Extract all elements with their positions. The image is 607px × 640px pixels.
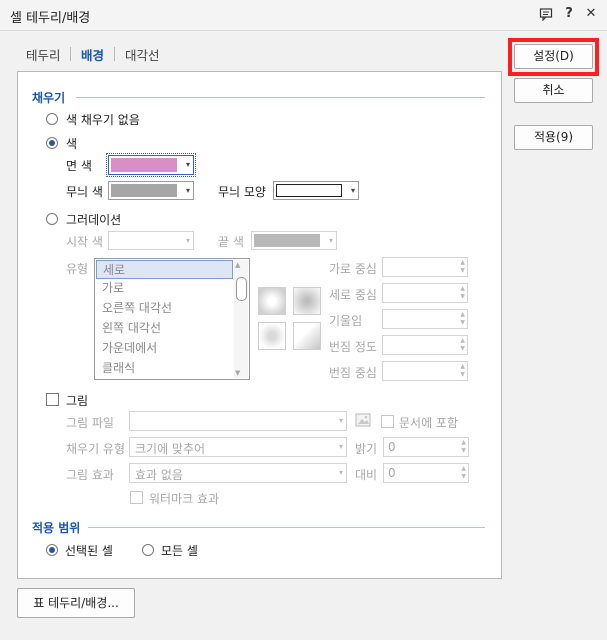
include-in-doc-checkbox[interactable]: [381, 415, 394, 428]
list-item[interactable]: 세로: [96, 260, 233, 279]
gradient-preview-tile[interactable]: [293, 287, 321, 315]
gradient-preview-tile[interactable]: [258, 287, 286, 315]
brightness-label: 밝기: [355, 442, 378, 456]
chevron-down-icon: ▾: [338, 442, 343, 451]
scope-section-title: 적용 범위: [32, 521, 81, 535]
chevron-down-icon: ▾: [185, 160, 190, 169]
table-border-button[interactable]: 표 테두리/배경...: [17, 588, 135, 618]
watermark-checkbox[interactable]: [130, 491, 143, 504]
picture-checkbox[interactable]: [46, 393, 59, 406]
contrast-label: 대비: [355, 468, 378, 482]
comment-icon[interactable]: [538, 6, 554, 22]
tilt-label: 기울임: [329, 314, 363, 328]
contrast-value: 0: [388, 466, 396, 480]
pattern-shape-swatch: [276, 184, 342, 197]
brightness-spinner[interactable]: 0 ▲ ▼: [383, 437, 469, 457]
face-color-combo[interactable]: ▾: [106, 153, 196, 177]
face-color-swatch: [111, 158, 177, 172]
start-color-combo[interactable]: ▾: [108, 231, 194, 250]
include-in-doc-label: 문서에 포함: [399, 416, 459, 430]
gradient-preview-tile[interactable]: [293, 322, 321, 350]
tab-separator: [114, 47, 115, 61]
watermark-label: 워터마크 효과: [149, 492, 220, 506]
end-color-swatch: [254, 234, 320, 247]
cancel-button[interactable]: 취소: [514, 78, 593, 103]
blur-center-label: 번짐 중심: [329, 366, 377, 380]
chevron-down-icon: ▾: [185, 236, 190, 245]
chevron-down-icon: ▾: [350, 186, 355, 195]
picture-file-combo[interactable]: ▾: [129, 411, 347, 431]
color-fill-radio[interactable]: [46, 137, 58, 149]
picture-effect-value: 효과 없음: [135, 468, 183, 482]
gradient-preview-tile[interactable]: [258, 322, 286, 350]
selected-cells-radio[interactable]: [46, 544, 58, 556]
gradient-type-list[interactable]: 세로 가로 오른쪽 대각선 왼쪽 대각선 가운데에서 클래식 ▲ ▼: [94, 258, 250, 380]
picture-file-label: 그림 파일: [66, 416, 114, 430]
face-color-label: 면 색: [66, 159, 92, 173]
pattern-color-swatch: [111, 184, 177, 197]
list-item[interactable]: 클래식: [96, 359, 233, 378]
brightness-value: 0: [388, 440, 396, 454]
ok-button[interactable]: 설정(D): [514, 44, 593, 69]
color-fill-label: 색: [66, 137, 78, 151]
scroll-up-icon[interactable]: ▲: [235, 261, 240, 269]
picture-browse-icon[interactable]: [355, 412, 371, 428]
chevron-down-icon: ▾: [328, 236, 333, 245]
fill-type-label: 채우기 유형: [66, 442, 126, 456]
no-fill-label: 색 채우기 없음: [66, 113, 140, 127]
tab-diagonal[interactable]: 대각선: [125, 45, 160, 64]
list-item[interactable]: 왼쪽 대각선: [96, 319, 233, 338]
gradient-label: 그러데이션: [66, 213, 122, 227]
scroll-down-icon[interactable]: ▼: [235, 369, 240, 377]
h-center-spinner[interactable]: ▲ ▼: [382, 257, 468, 277]
list-scrollbar[interactable]: ▲ ▼: [234, 260, 248, 378]
end-color-combo[interactable]: ▾: [251, 231, 337, 250]
blur-center-spinner[interactable]: ▲ ▼: [382, 361, 468, 381]
section-divider: [88, 527, 485, 528]
tab-separator: [70, 47, 71, 61]
list-item[interactable]: 가운데에서: [96, 339, 233, 358]
all-cells-radio[interactable]: [142, 544, 154, 556]
h-center-label: 가로 중심: [329, 262, 377, 276]
chevron-down-icon: ▾: [185, 186, 190, 195]
no-fill-radio[interactable]: [46, 113, 58, 125]
close-icon[interactable]: ✕: [583, 6, 599, 22]
list-item[interactable]: 가로: [96, 279, 233, 298]
chevron-down-icon: ▾: [338, 468, 343, 477]
tilt-spinner[interactable]: ▲ ▼: [382, 309, 468, 329]
section-divider: [76, 97, 485, 98]
v-center-spinner[interactable]: ▲ ▼: [382, 283, 468, 303]
tab-border[interactable]: 테두리: [26, 45, 61, 64]
picture-label: 그림: [66, 394, 89, 408]
help-icon[interactable]: ?: [561, 6, 577, 22]
fill-section-title: 채우기: [32, 91, 66, 105]
gradient-radio[interactable]: [46, 213, 58, 225]
gradient-type-label: 유형: [66, 262, 89, 276]
list-item[interactable]: 오른쪽 대각선: [96, 299, 233, 318]
picture-effect-label: 그림 효과: [66, 468, 114, 482]
pattern-color-combo[interactable]: ▾: [108, 181, 194, 200]
contrast-spinner[interactable]: 0 ▲ ▼: [383, 463, 469, 483]
blur-degree-spinner[interactable]: ▲ ▼: [382, 335, 468, 355]
fill-type-combo[interactable]: 크기에 맞추어 ▾: [129, 437, 347, 457]
all-cells-label: 모든 셀: [161, 544, 198, 558]
selected-cells-label: 선택된 셀: [65, 544, 113, 558]
pattern-color-label: 무늬 색: [66, 185, 103, 199]
pattern-shape-combo[interactable]: ▾: [273, 181, 359, 200]
title-bar: [0, 0, 607, 31]
fill-type-value: 크기에 맞추어: [135, 442, 206, 456]
scroll-thumb[interactable]: [236, 277, 247, 301]
start-color-label: 시작 색: [66, 235, 103, 249]
end-color-label: 끝 색: [218, 235, 244, 249]
picture-effect-combo[interactable]: 효과 없음 ▾: [129, 463, 347, 483]
v-center-label: 세로 중심: [329, 288, 377, 302]
pattern-shape-label: 무늬 모양: [218, 185, 266, 199]
window-title: 셀 테두리/배경: [10, 11, 91, 26]
tab-background[interactable]: 배경: [81, 45, 104, 64]
blur-degree-label: 번짐 정도: [329, 340, 377, 354]
apply-button[interactable]: 적용(9): [514, 125, 593, 150]
chevron-down-icon: ▾: [338, 416, 343, 425]
